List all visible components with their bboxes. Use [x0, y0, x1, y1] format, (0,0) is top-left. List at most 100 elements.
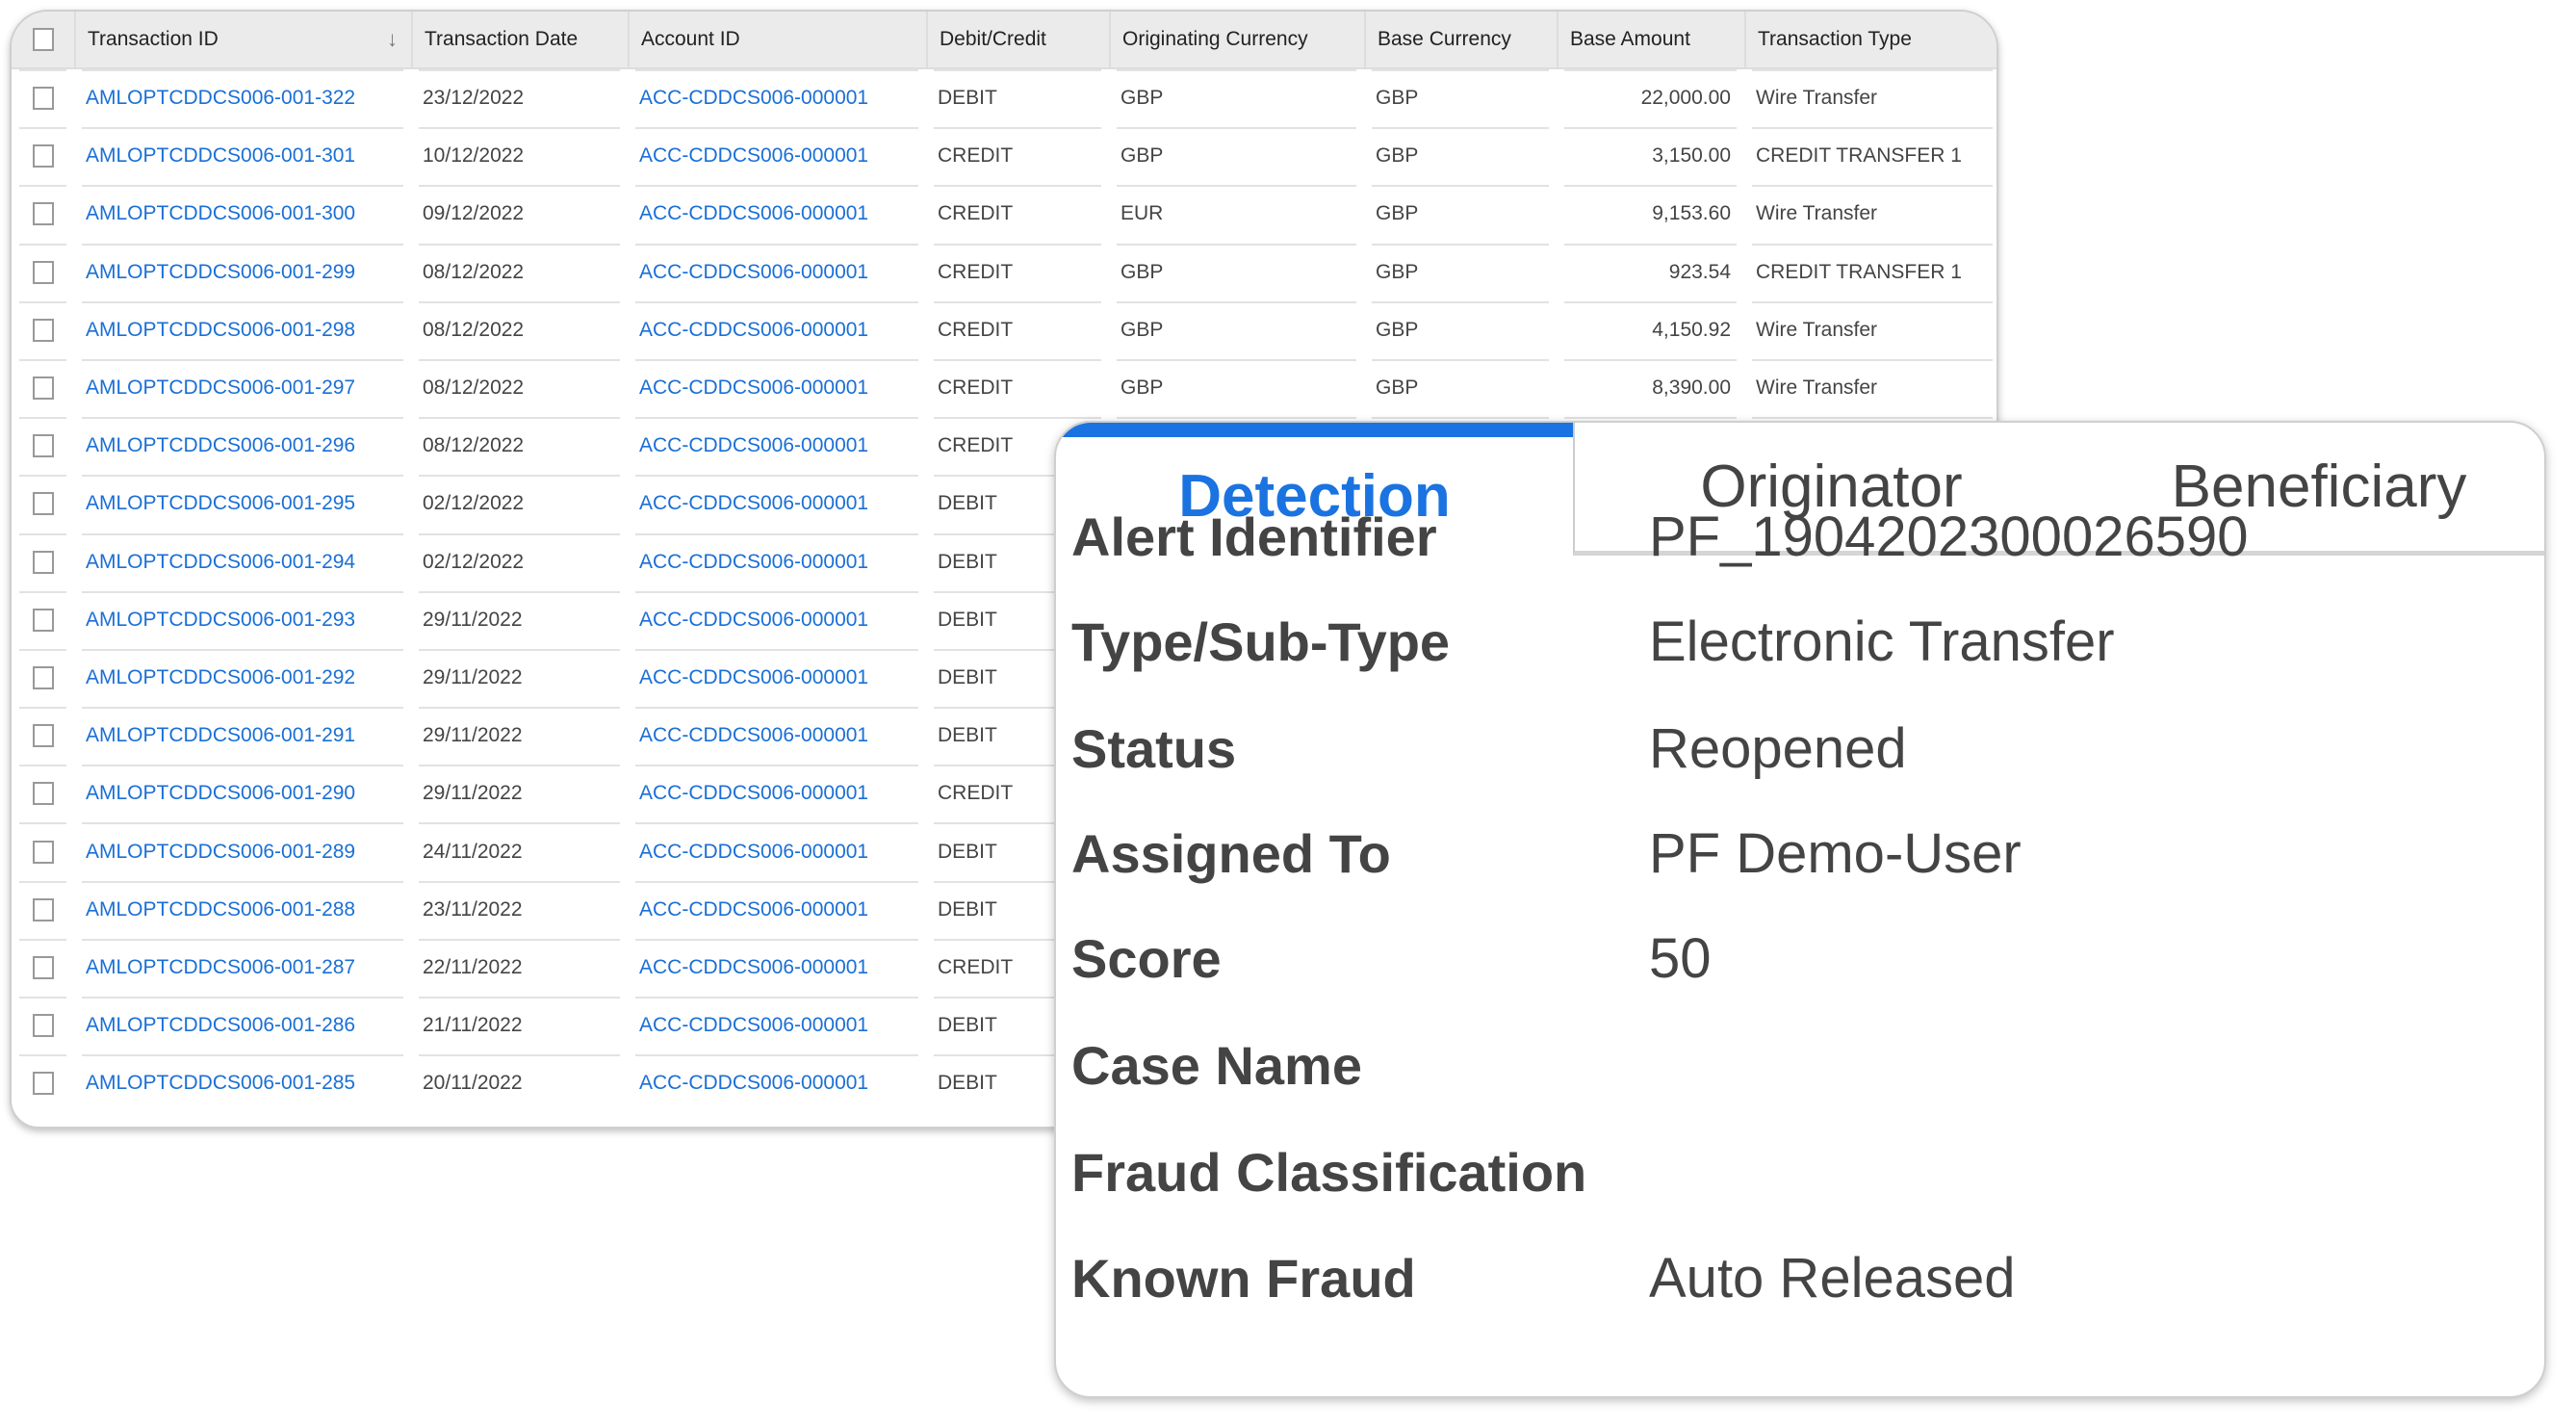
account-id-link[interactable]: ACC-CDDCS006-000001 [639, 492, 868, 515]
transaction-id-link[interactable]: AMLOPTCDDCS006-001-293 [86, 609, 355, 632]
row-checkbox[interactable] [32, 782, 54, 806]
transaction-date-cell: 23/12/2022 [411, 69, 628, 127]
transaction-id-link[interactable]: AMLOPTCDDCS006-001-294 [86, 551, 355, 574]
transaction-id-link[interactable]: AMLOPTCDDCS006-001-300 [86, 202, 355, 225]
row-checkbox[interactable] [32, 318, 54, 342]
account-id-link-cell: ACC-CDDCS006-000001 [628, 938, 926, 997]
debit-credit: DEBIT [938, 840, 997, 863]
row-checkbox[interactable] [32, 202, 54, 226]
row-checkbox[interactable] [32, 376, 54, 401]
account-id-link[interactable]: ACC-CDDCS006-000001 [639, 319, 868, 342]
account-id-link[interactable]: ACC-CDDCS006-000001 [639, 841, 868, 864]
transaction-date: 23/11/2022 [423, 897, 523, 921]
row-checkbox[interactable] [32, 260, 54, 284]
transaction-id-link[interactable]: AMLOPTCDDCS006-001-322 [86, 87, 355, 110]
row-checkbox[interactable] [32, 144, 54, 169]
transaction-id-link-cell: AMLOPTCDDCS006-001-289 [74, 822, 411, 880]
transaction-id-link[interactable]: AMLOPTCDDCS006-001-285 [86, 1072, 355, 1095]
row-checkbox[interactable] [32, 955, 54, 979]
debit-credit: DEBIT [938, 724, 997, 747]
select-all-checkbox[interactable] [32, 28, 54, 51]
detail-field: Fraud Classification [1071, 1138, 2515, 1206]
account-id-link[interactable]: ACC-CDDCS006-000001 [639, 724, 868, 747]
transaction-id-link[interactable]: AMLOPTCDDCS006-001-295 [86, 492, 355, 515]
account-id-link[interactable]: ACC-CDDCS006-000001 [639, 609, 868, 632]
base-currency-cell: GBP [1364, 185, 1557, 243]
transaction-id-link[interactable]: AMLOPTCDDCS006-001-288 [86, 898, 355, 921]
table-row[interactable]: AMLOPTCDDCS006-001-298 08/12/2022 ACC-CDDC… [12, 300, 1996, 359]
account-id-link[interactable]: ACC-CDDCS006-000001 [639, 898, 868, 921]
field-value: PF_1904202300026590 [1649, 505, 2249, 568]
account-id-link[interactable]: ACC-CDDCS006-000001 [639, 782, 868, 805]
row-checkbox[interactable] [32, 608, 54, 632]
row-checkbox[interactable] [32, 550, 54, 574]
column-header-debit-credit[interactable]: Debit/Credit [926, 12, 1109, 67]
column-header-base-currency[interactable]: Base Currency [1364, 12, 1557, 67]
account-id-link[interactable]: ACC-CDDCS006-000001 [639, 956, 868, 979]
transaction-type-cell: Wire Transfer [1744, 185, 1996, 243]
transaction-type-cell: Wire Transfer [1744, 69, 1996, 127]
transaction-id-link[interactable]: AMLOPTCDDCS006-001-286 [86, 1014, 355, 1037]
transaction-id-link[interactable]: AMLOPTCDDCS006-001-287 [86, 956, 355, 979]
transaction-id-link[interactable]: AMLOPTCDDCS006-001-292 [86, 666, 355, 689]
field-label: Known Fraud [1071, 1247, 1416, 1309]
row-checkbox[interactable] [32, 87, 54, 111]
account-id-link[interactable]: ACC-CDDCS006-000001 [639, 434, 868, 457]
column-header-account-id[interactable]: Account ID [628, 12, 926, 67]
account-id-link[interactable]: ACC-CDDCS006-000001 [639, 666, 868, 689]
originating-currency-cell: GBP [1109, 358, 1364, 417]
base-amount-cell: 4,150.92 [1557, 300, 1744, 359]
field-label: Fraud Classification [1071, 1141, 1587, 1203]
table-row[interactable]: AMLOPTCDDCS006-001-322 23/12/2022 ACC-CDDC… [12, 69, 1996, 127]
row-select-cell [12, 185, 74, 243]
transaction-id-link[interactable]: AMLOPTCDDCS006-001-297 [86, 376, 355, 400]
account-id-link[interactable]: ACC-CDDCS006-000001 [639, 261, 868, 284]
column-header-originating-currency[interactable]: Originating Currency [1109, 12, 1364, 67]
transaction-date: 02/12/2022 [423, 492, 525, 515]
transaction-id-link[interactable]: AMLOPTCDDCS006-001-290 [86, 782, 355, 805]
account-id-link[interactable]: ACC-CDDCS006-000001 [639, 1014, 868, 1037]
row-checkbox[interactable] [32, 840, 54, 864]
originating-currency-cell: GBP [1109, 300, 1364, 359]
transaction-date-cell: 23/11/2022 [411, 880, 628, 939]
column-header-base-amount[interactable]: Base Amount [1557, 12, 1744, 67]
base-amount: 4,150.92 [1652, 318, 1731, 341]
transaction-id-link[interactable]: AMLOPTCDDCS006-001-296 [86, 434, 355, 457]
column-header-transaction-id[interactable]: Transaction ID ↓ [74, 12, 411, 67]
account-id-link[interactable]: ACC-CDDCS006-000001 [639, 202, 868, 225]
transaction-date: 29/11/2022 [423, 665, 523, 688]
transaction-id-link[interactable]: AMLOPTCDDCS006-001-289 [86, 841, 355, 864]
row-checkbox[interactable] [32, 665, 54, 689]
transaction-id-link[interactable]: AMLOPTCDDCS006-001-301 [86, 144, 355, 168]
transaction-id-link[interactable]: AMLOPTCDDCS006-001-298 [86, 319, 355, 342]
column-header-transaction-type[interactable]: Transaction Type [1744, 12, 1996, 67]
row-checkbox[interactable] [32, 1014, 54, 1038]
row-select-cell [12, 880, 74, 939]
transaction-id-link-cell: AMLOPTCDDCS006-001-292 [74, 648, 411, 707]
account-id-link[interactable]: ACC-CDDCS006-000001 [639, 376, 868, 400]
transaction-id-link[interactable]: AMLOPTCDDCS006-001-291 [86, 724, 355, 747]
account-id-link[interactable]: ACC-CDDCS006-000001 [639, 144, 868, 168]
account-id-link[interactable]: ACC-CDDCS006-000001 [639, 1072, 868, 1095]
table-row[interactable]: AMLOPTCDDCS006-001-301 10/12/2022 ACC-CDDC… [12, 127, 1996, 185]
column-header-transaction-date[interactable]: Transaction Date [411, 12, 628, 67]
sort-descending-icon[interactable]: ↓ [387, 27, 398, 52]
account-id-link[interactable]: ACC-CDDCS006-000001 [639, 551, 868, 574]
row-checkbox[interactable] [32, 434, 54, 458]
debit-credit: DEBIT [938, 492, 997, 515]
row-select-cell [12, 822, 74, 880]
row-checkbox[interactable] [32, 492, 54, 516]
table-row[interactable]: AMLOPTCDDCS006-001-299 08/12/2022 ACC-CDDC… [12, 243, 1996, 301]
transaction-id-link-cell: AMLOPTCDDCS006-001-295 [74, 475, 411, 532]
debit-credit: CREDIT [938, 782, 1014, 805]
transaction-id-link[interactable]: AMLOPTCDDCS006-001-299 [86, 261, 355, 284]
row-checkbox[interactable] [32, 1072, 54, 1096]
table-row[interactable]: AMLOPTCDDCS006-001-297 08/12/2022 ACC-CDDC… [12, 358, 1996, 417]
row-checkbox[interactable] [32, 724, 54, 748]
transaction-date: 08/12/2022 [423, 260, 525, 283]
row-checkbox[interactable] [32, 897, 54, 921]
transaction-date: 08/12/2022 [423, 318, 525, 341]
account-id-link[interactable]: ACC-CDDCS006-000001 [639, 87, 868, 110]
debit-credit: CREDIT [938, 260, 1014, 283]
table-row[interactable]: AMLOPTCDDCS006-001-300 09/12/2022 ACC-CDDC… [12, 185, 1996, 243]
